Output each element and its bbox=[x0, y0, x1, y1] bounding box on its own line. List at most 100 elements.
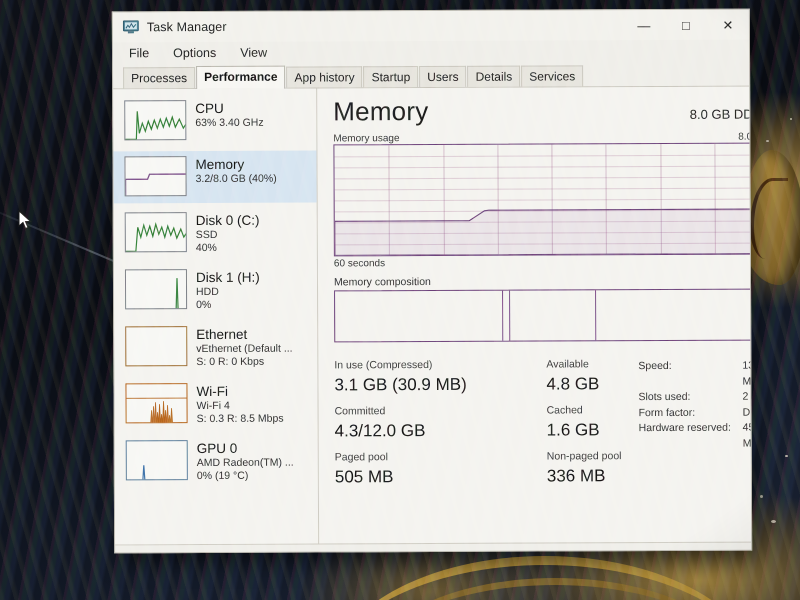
memory-statistics: In use (Compressed) 3.1 GB (30.9 MB) Com… bbox=[334, 357, 752, 497]
sidebar-item-memory[interactable]: Memory 3.2/8.0 GB (40%) bbox=[113, 150, 317, 204]
close-button[interactable]: ✕ bbox=[707, 10, 749, 40]
tab-services[interactable]: Services bbox=[521, 65, 584, 87]
sidebar-label-wifi: Wi-Fi bbox=[196, 383, 228, 400]
sidebar-sub-cpu: 63% 3.40 GHz bbox=[195, 116, 264, 130]
stats-column-left: In use (Compressed) 3.1 GB (30.9 MB) Com… bbox=[334, 358, 547, 497]
tab-app-history[interactable]: App history bbox=[286, 66, 363, 88]
mouse-cursor bbox=[18, 210, 32, 230]
sidebar-sub-gpu0-usage: 0% (19 °C) bbox=[196, 469, 249, 483]
sidebar-item-disk0[interactable]: Disk 0 (C:) SSD 40% bbox=[114, 207, 317, 261]
window-titlebar[interactable]: Task Manager — □ ✕ bbox=[112, 9, 749, 43]
detail-value-hardware-reserved: 45.6 MB bbox=[742, 421, 753, 450]
sidebar-sub-disk1-type: HDD bbox=[196, 285, 219, 299]
detail-row-form-factor: Form factor: DIMM bbox=[639, 405, 753, 421]
detail-value-slots: 2 of 4 bbox=[742, 390, 752, 403]
non-paged-pool-value: 336 MB bbox=[546, 466, 606, 486]
memory-composition-bar[interactable] bbox=[334, 288, 753, 343]
tab-processes[interactable]: Processes bbox=[123, 67, 196, 89]
available-value: 4.8 GB bbox=[546, 374, 600, 394]
cached-label: Cached bbox=[546, 404, 583, 417]
wallpaper-speck bbox=[766, 140, 769, 142]
sidebar-label-disk1: Disk 1 (H:) bbox=[195, 269, 260, 286]
detail-row-slots: Slots used: 2 of 4 bbox=[638, 390, 752, 406]
memory-hardware-summary: 8.0 GB DDR3 bbox=[689, 106, 753, 122]
wallpaper-speck bbox=[760, 495, 763, 498]
gpu0-thumbnail-graph bbox=[125, 440, 188, 481]
menubar: File Options View bbox=[112, 39, 750, 67]
usage-graph-max: 8.0 GB bbox=[738, 131, 753, 143]
committed-label: Committed bbox=[334, 405, 386, 418]
sidebar-sub-disk0-type: SSD bbox=[195, 228, 218, 242]
cpu-thumbnail-graph bbox=[124, 100, 187, 141]
usage-graph-time-span: 60 seconds bbox=[333, 258, 386, 270]
sidebar-sub-disk1-pct: 0% bbox=[196, 298, 212, 312]
usage-graph-bottom-labels: 60 seconds 0 bbox=[333, 257, 752, 270]
tab-users[interactable]: Users bbox=[419, 65, 467, 88]
stats-column-middle: Available 4.8 GB Cached 1.6 GB Non-paged… bbox=[546, 357, 633, 495]
sidebar-item-gpu0[interactable]: GPU 0 AMD Radeon(TM) ... 0% (19 °C) bbox=[115, 435, 318, 489]
usage-graph-label: Memory usage bbox=[333, 133, 400, 145]
composition-divider bbox=[502, 290, 504, 341]
window-title: Task Manager bbox=[146, 19, 227, 35]
paged-pool-label: Paged pool bbox=[334, 451, 388, 464]
sidebar-sub-wifi-rate: S: 0.3 R: 8.5 Mbps bbox=[196, 412, 284, 426]
wifi-thumbnail-graph bbox=[125, 383, 188, 424]
sidebar-item-disk1[interactable]: Disk 1 (H:) HDD 0% bbox=[114, 264, 317, 318]
committed-value: 4.3/12.0 GB bbox=[334, 421, 426, 441]
memory-composition-label: Memory composition bbox=[333, 276, 431, 289]
cached-value: 1.6 GB bbox=[546, 420, 600, 440]
sidebar-label-gpu0: GPU 0 bbox=[196, 440, 238, 457]
sidebar-item-wifi[interactable]: Wi-Fi Wi-Fi 4 S: 0.3 R: 8.5 Mbps bbox=[114, 378, 317, 432]
tab-bar: Processes Performance App history Startu… bbox=[113, 63, 750, 90]
task-manager-window: Task Manager — □ ✕ File Options View Pro… bbox=[111, 8, 753, 554]
sidebar-sub-gpu0-model: AMD Radeon(TM) ... bbox=[196, 456, 294, 470]
in-use-value: 3.1 GB (30.9 MB) bbox=[334, 374, 467, 395]
sidebar-sub-disk0-pct: 40% bbox=[195, 241, 217, 255]
sidebar-sub-ethernet-adapter: vEthernet (Default ... bbox=[196, 342, 293, 356]
detail-key-speed: Speed: bbox=[638, 359, 672, 373]
disk1-thumbnail-graph bbox=[124, 269, 188, 310]
memory-hardware-details: Speed: 1333 MHz Slots used: 2 of 4 Form … bbox=[632, 357, 752, 496]
paged-pool-value: 505 MB bbox=[334, 467, 394, 487]
memory-thumbnail-graph bbox=[124, 156, 187, 197]
sidebar-label-ethernet: Ethernet bbox=[196, 326, 248, 343]
composition-divider bbox=[508, 290, 510, 341]
memory-usage-graph bbox=[333, 142, 753, 257]
minimize-button[interactable]: — bbox=[623, 10, 665, 40]
ethernet-thumbnail-graph bbox=[125, 326, 188, 367]
composition-divider bbox=[595, 290, 597, 341]
detail-value-speed: 1333 MHz bbox=[742, 359, 753, 388]
performance-sidebar: CPU 63% 3.40 GHz Memory 3.2/8.0 GB (40%) bbox=[113, 88, 320, 545]
wallpaper-speck bbox=[790, 118, 792, 120]
non-paged-pool-label: Non-paged pool bbox=[546, 450, 622, 463]
tab-startup[interactable]: Startup bbox=[363, 66, 419, 88]
detail-row-hardware-reserved: Hardware reserved: 45.6 MB bbox=[639, 421, 753, 453]
performance-content: CPU 63% 3.40 GHz Memory 3.2/8.0 GB (40%) bbox=[113, 86, 753, 545]
tab-performance[interactable]: Performance bbox=[196, 65, 286, 90]
memory-usage-series bbox=[334, 144, 753, 256]
detail-key-form-factor: Form factor: bbox=[638, 406, 696, 419]
detail-key-slots: Slots used: bbox=[638, 390, 691, 404]
sidebar-label-disk0: Disk 0 (C:) bbox=[195, 212, 260, 229]
detail-key-hardware-reserved: Hardware reserved: bbox=[638, 421, 731, 435]
wallpaper-speck bbox=[771, 520, 776, 523]
menu-file[interactable]: File bbox=[127, 45, 151, 61]
task-manager-icon bbox=[122, 20, 139, 34]
sidebar-item-ethernet[interactable]: Ethernet vEthernet (Default ... S: 0 R: … bbox=[114, 321, 317, 375]
window-controls: — □ ✕ bbox=[623, 10, 749, 41]
in-use-label: In use (Compressed) bbox=[334, 358, 433, 372]
menu-options[interactable]: Options bbox=[171, 45, 218, 61]
detail-row-speed: Speed: 1333 MHz bbox=[638, 359, 752, 391]
memory-header: Memory 8.0 GB DDR3 bbox=[333, 95, 752, 128]
sidebar-sub-ethernet-rate: S: 0 R: 0 Kbps bbox=[196, 355, 265, 369]
tab-details[interactable]: Details bbox=[467, 65, 521, 87]
available-label: Available bbox=[546, 358, 589, 371]
menu-view[interactable]: View bbox=[238, 45, 269, 61]
sidebar-sub-wifi-standard: Wi-Fi 4 bbox=[196, 399, 230, 413]
page-title: Memory bbox=[333, 96, 429, 127]
memory-detail-panel: Memory 8.0 GB DDR3 Memory usage 8.0 GB bbox=[317, 86, 753, 543]
wallpaper-speck bbox=[785, 455, 788, 457]
sidebar-item-cpu[interactable]: CPU 63% 3.40 GHz bbox=[113, 95, 316, 148]
disk0-thumbnail-graph bbox=[124, 212, 187, 253]
maximize-button[interactable]: □ bbox=[665, 10, 707, 40]
